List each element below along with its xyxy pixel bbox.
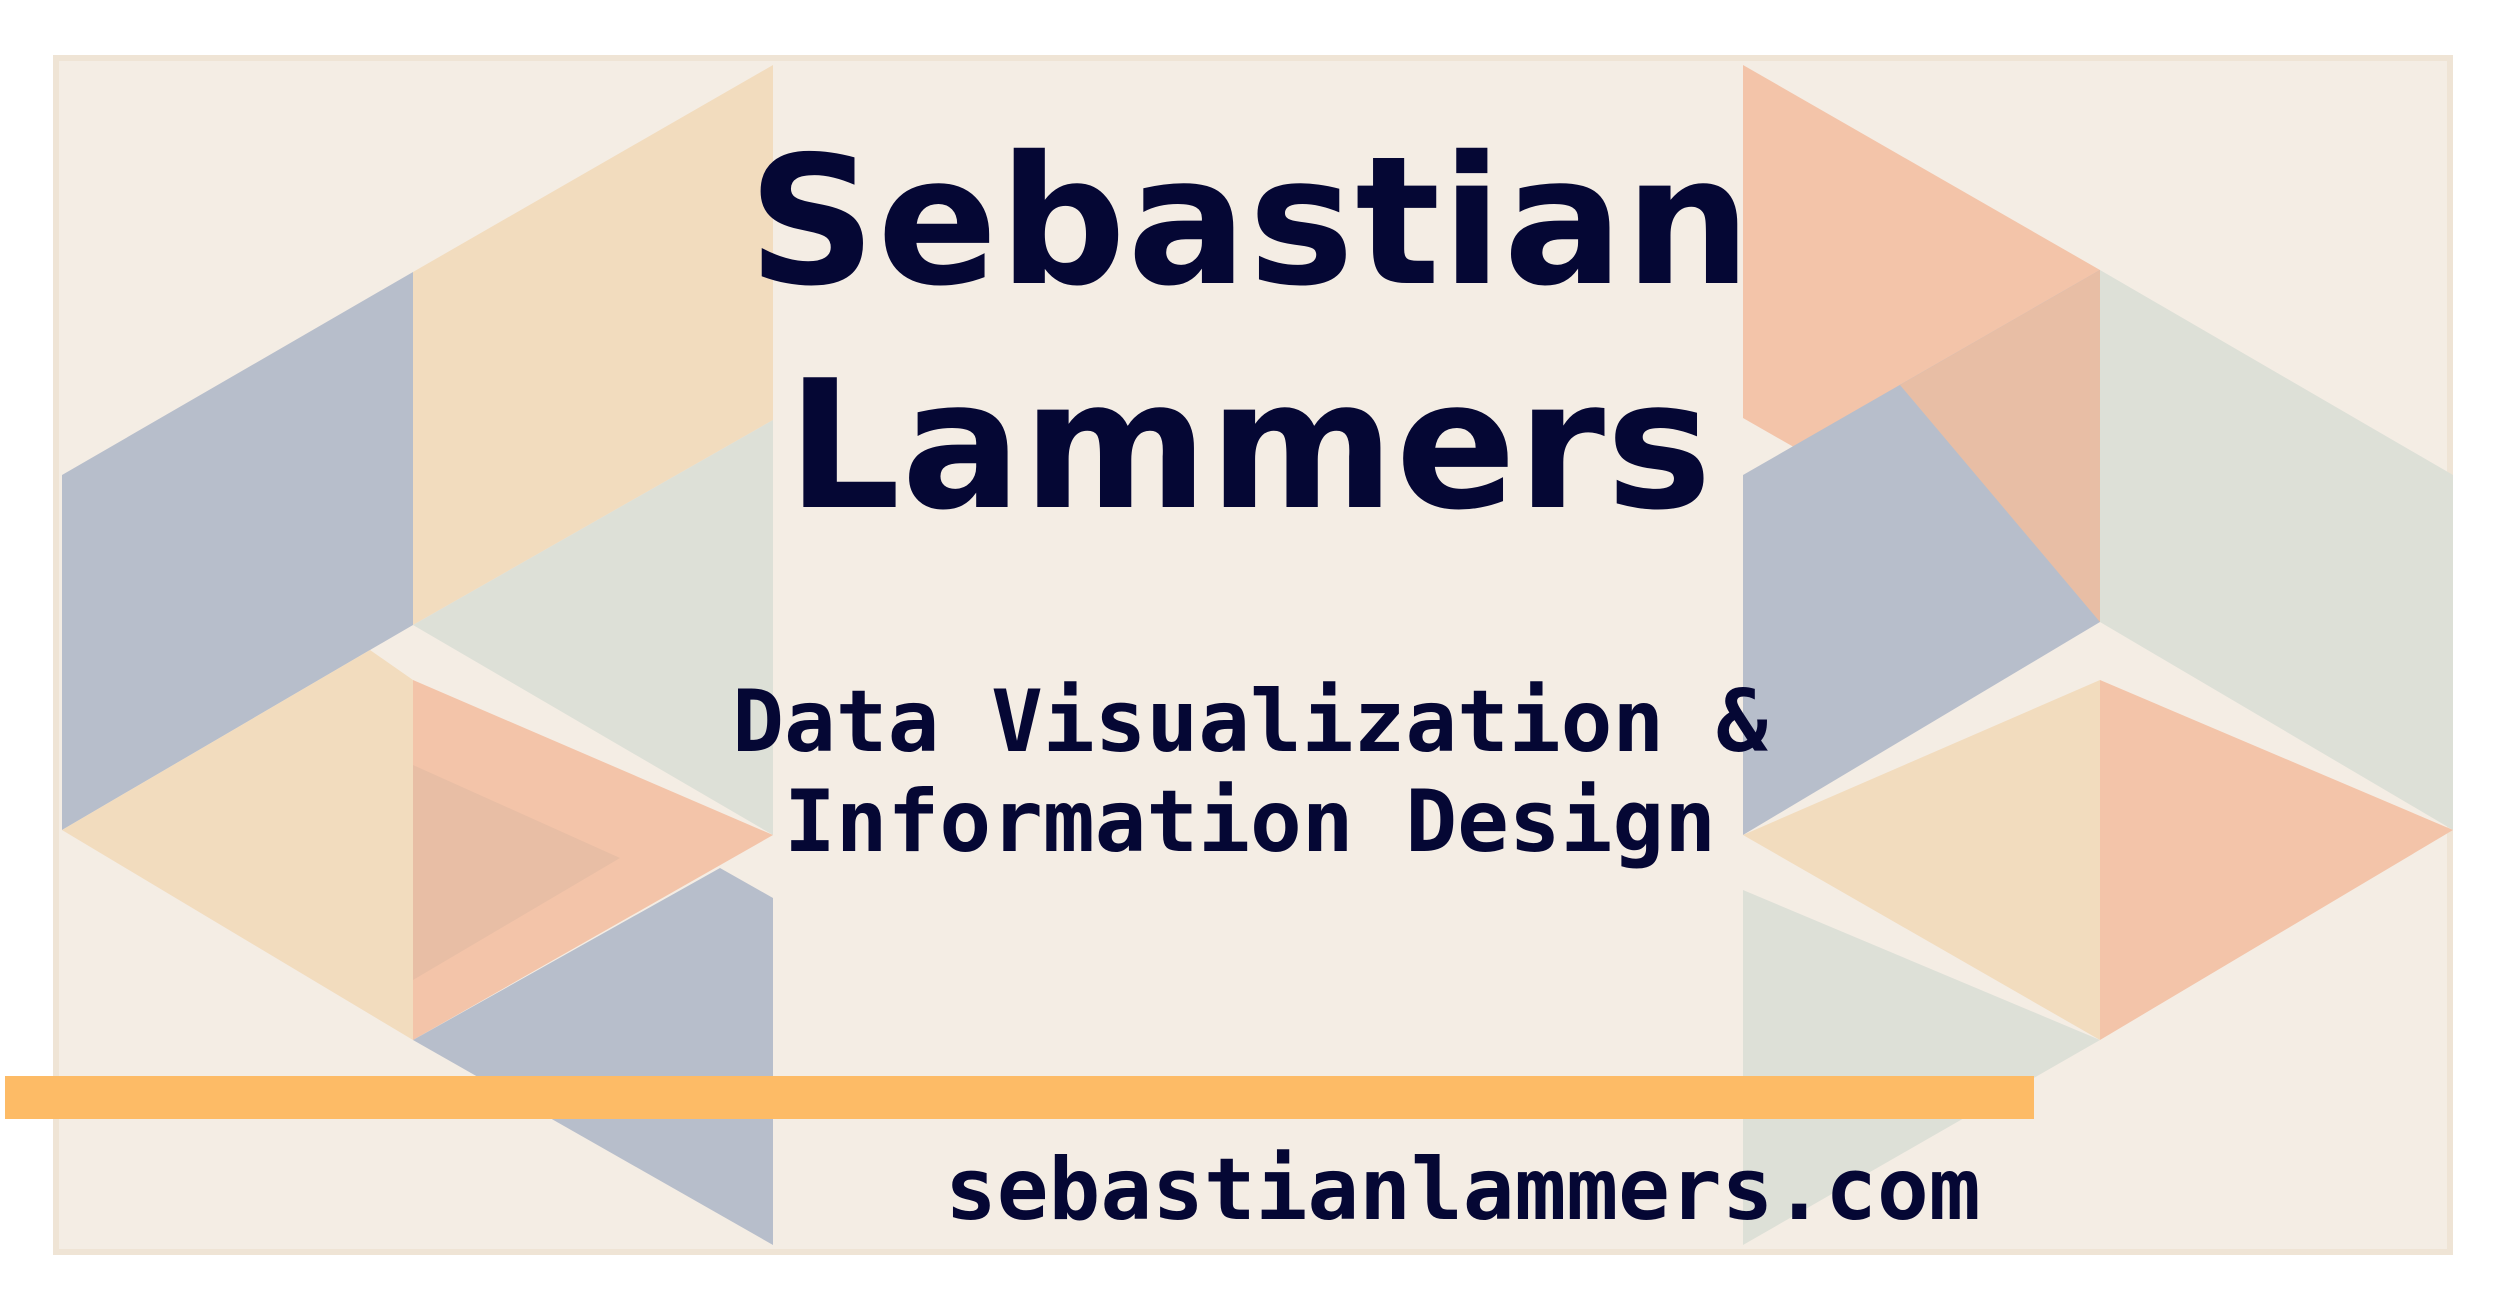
tagline-line-2: Information Design [784,772,1716,872]
tagline-line-1: Data Visualization & [732,672,1768,772]
name-first-line: Sebastian [747,118,1753,325]
website-link[interactable]: sebastianlammers.com [945,1140,1981,1240]
accent-bar [5,1076,2034,1119]
name-last-line: Lammers [787,342,1713,549]
